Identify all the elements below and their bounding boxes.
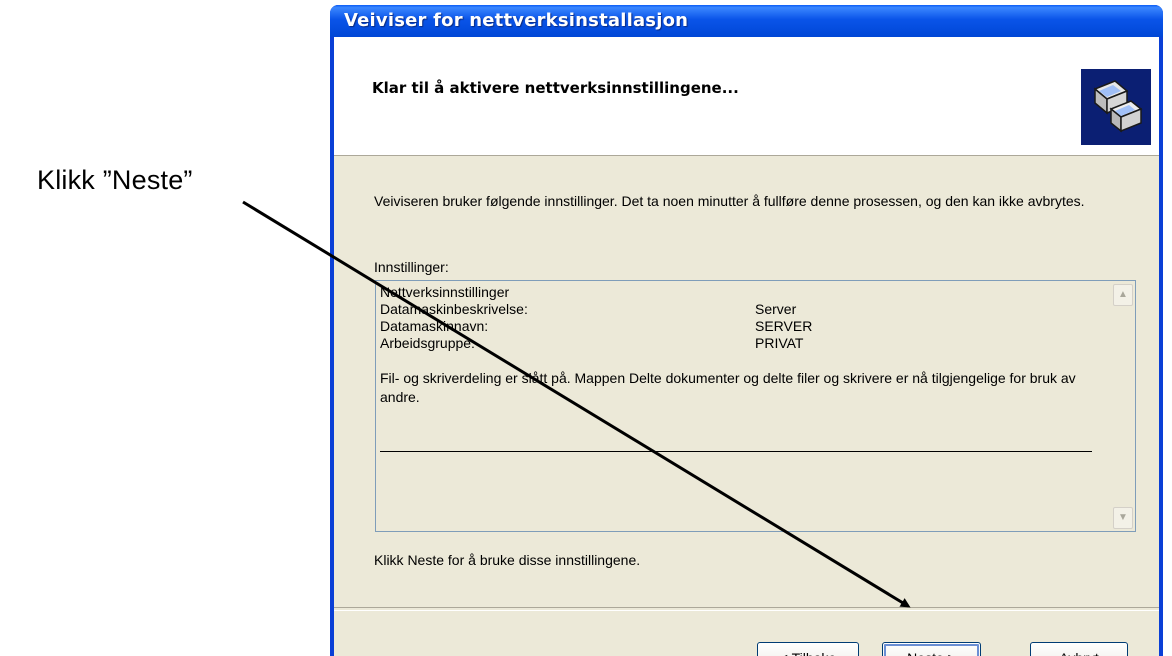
- title-bar[interactable]: Veiviser for nettverksinstallasjon: [330, 5, 1163, 37]
- settings-value: PRIVAT: [755, 335, 804, 351]
- settings-row: Arbeidsgruppe: PRIVAT: [380, 335, 1100, 352]
- settings-row: Datamaskinbeskrivelse: Server: [380, 301, 1100, 318]
- settings-content: Nettverksinnstillinger Datamaskinbeskriv…: [380, 284, 1100, 407]
- settings-value: Server: [755, 301, 797, 317]
- settings-listbox[interactable]: Nettverksinnstillinger Datamaskinbeskriv…: [375, 280, 1136, 532]
- back-button[interactable]: < Tilbake: [757, 642, 859, 656]
- settings-key: Arbeidsgruppe:: [380, 335, 475, 351]
- settings-value: SERVER: [755, 318, 813, 334]
- cancel-button[interactable]: Avbryt: [1030, 642, 1128, 656]
- vertical-scrollbar[interactable]: ▲ ▼: [1109, 281, 1135, 531]
- settings-divider: [380, 451, 1092, 452]
- intro-text: Veiviseren bruker følgende innstillinger…: [374, 193, 1085, 209]
- wizard-window: Veiviser for nettverksinstallasjon Klar …: [330, 5, 1163, 656]
- settings-label: Innstillinger:: [374, 259, 449, 275]
- wizard-header-title: Klar til å aktivere nettverksinnstilling…: [372, 79, 739, 97]
- settings-key: Datamaskinbeskrivelse:: [380, 301, 528, 317]
- button-separator: [334, 607, 1159, 611]
- settings-row: Datamaskinnavn: SERVER: [380, 318, 1100, 335]
- scroll-down-arrow-icon[interactable]: ▼: [1113, 507, 1133, 529]
- footer-text: Klikk Neste for å bruke disse innstillin…: [374, 552, 641, 568]
- scroll-up-arrow-icon[interactable]: ▲: [1113, 284, 1133, 306]
- wizard-client-area: Klar til å aktivere nettverksinnstilling…: [334, 37, 1159, 656]
- window-title: Veiviser for nettverksinstallasjon: [344, 10, 689, 31]
- annotation-label: Klikk ”Neste”: [37, 165, 193, 195]
- settings-key: Datamaskinnavn:: [380, 318, 489, 334]
- wizard-header: Klar til å aktivere nettverksinnstilling…: [334, 37, 1159, 156]
- next-button[interactable]: Neste >: [882, 642, 981, 656]
- settings-heading: Nettverksinnstillinger: [380, 284, 510, 300]
- sharing-note: Fil- og skriverdeling er slått på. Mappe…: [380, 370, 1076, 405]
- network-computers-icon: [1081, 69, 1151, 145]
